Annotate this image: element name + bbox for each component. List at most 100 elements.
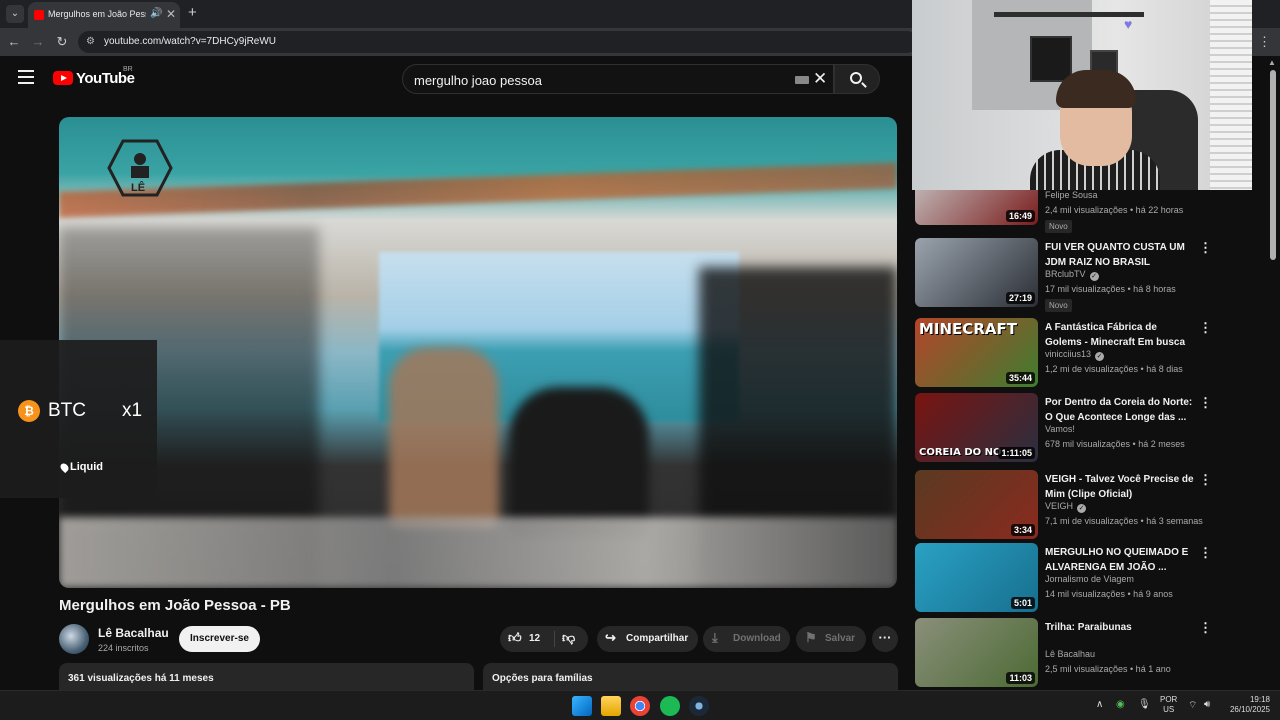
youtube-header: YouTube BR mergulho joao pessoa ✕ (0, 56, 910, 102)
menu-icon[interactable] (18, 70, 34, 84)
channel-avatar[interactable] (59, 624, 89, 654)
ad-ticker: BTC (48, 400, 86, 421)
chrome-icon[interactable] (630, 696, 650, 716)
spotify-icon[interactable] (660, 696, 680, 716)
new-tab-button[interactable]: + (188, 4, 197, 21)
keyboard-language[interactable]: POR US (1160, 695, 1177, 715)
description-box[interactable]: 361 visualizações há 11 meses (59, 663, 474, 693)
browser-tab[interactable]: Mergulhos em João Pessoa 🔊 ✕ (28, 2, 180, 28)
more-options-icon[interactable]: ⋮ (1199, 545, 1212, 561)
webcam-shelf (994, 12, 1144, 17)
tray-overflow-icon[interactable]: ∧ (1096, 699, 1103, 710)
tray-app-icon[interactable]: ◉ (1116, 699, 1125, 710)
verified-check-icon: ✓ (1089, 272, 1099, 281)
thumbnail-text: COREIA DO NO (919, 447, 1002, 458)
recommendation-thumbnail[interactable]: 27:19 (915, 238, 1038, 307)
channel-name[interactable]: Lê Bacalhau (98, 626, 169, 640)
recommendation-item[interactable]: 27:19 FUI VER QUANTO CUSTA UM JDM RAIZ NO… (914, 238, 1214, 312)
video-duration: 35:44 (1005, 372, 1035, 384)
views-and-date: 361 visualizações há 11 meses (68, 673, 214, 684)
recommendation-title[interactable]: Trilha: Paraibunas (1045, 620, 1195, 635)
youtube-logo[interactable]: YouTube BR (53, 66, 135, 90)
tab-search-button[interactable]: ⌄ (6, 5, 24, 23)
windows-taskbar: ∧ ◉ 🎙︎ POR US ⌔ 🔊︎ 19:18 26/10/2025 (0, 690, 1280, 720)
keyboard-icon[interactable] (795, 76, 809, 84)
dislike-button[interactable]: 👎︎ (562, 630, 575, 646)
steam-icon[interactable] (689, 696, 709, 716)
video-player[interactable]: LÊ (59, 117, 897, 588)
forward-arrow-icon[interactable]: → (30, 34, 46, 49)
site-settings-icon[interactable]: ⚙ (86, 36, 95, 47)
volume-icon[interactable]: 🔊︎ (1204, 699, 1210, 710)
microphone-icon[interactable]: 🎙︎ (1138, 699, 1151, 710)
recommendation-channel[interactable]: vinicciius13 ✓ (1045, 349, 1105, 361)
recommendation-channel[interactable]: Jornalismo de Viagem (1045, 574, 1134, 584)
reload-icon[interactable]: ↻ (54, 34, 70, 50)
more-options-icon[interactable]: ⋮ (1199, 620, 1212, 636)
recommendation-channel[interactable]: BRclubTV ✓ (1045, 269, 1099, 281)
recommendation-item[interactable]: COREIA DO NO 1:11:05 Por Dentro da Coreia … (914, 393, 1214, 465)
download-label: Download (733, 633, 781, 644)
more-actions-button[interactable]: ··· (872, 626, 898, 652)
family-options-box[interactable]: Opções para famílias (483, 663, 898, 693)
clear-search-icon[interactable]: ✕ (813, 69, 827, 89)
recommendation-channel[interactable]: Vamos! (1045, 424, 1075, 434)
subscribe-button[interactable]: Inscrever-se (179, 626, 260, 652)
recommendation-title[interactable]: A Fantástica Fábrica de Golems - Minecra… (1045, 320, 1195, 350)
crypto-ad-overlay[interactable]: ₿ BTC x1 Liquid (0, 340, 157, 498)
recommendation-channel[interactable]: Felipe Sousa (1045, 190, 1098, 200)
share-label: Compartilhar (626, 633, 689, 644)
liquid-drop-icon (58, 461, 71, 474)
recommendation-thumbnail[interactable]: 5:01 (915, 543, 1038, 612)
like-button[interactable]: 👍︎ (508, 630, 522, 646)
tab-close-icon[interactable]: ✕ (166, 7, 176, 21)
network-icon[interactable]: ⌔ (1188, 699, 1197, 712)
recommendation-thumbnail[interactable]: 16:49 (915, 190, 1038, 225)
share-button[interactable]: ↪ Compartilhar (597, 626, 698, 652)
thumbnail-text: MINECRAFT (919, 320, 1017, 338)
search-button[interactable] (834, 64, 880, 94)
recommendation-item[interactable]: 3:34 VEIGH - Talvez Você Precise de Mim (… (914, 470, 1214, 542)
recommendation-title[interactable]: VEIGH - Talvez Você Precise de Mim (Clip… (1045, 472, 1195, 502)
bitcoin-icon: ₿ (18, 400, 40, 422)
recommendation-channel[interactable]: Lê Bacalhau (1045, 649, 1095, 659)
more-options-icon[interactable]: ⋮ (1199, 320, 1212, 336)
video-title: Mergulhos em João Pessoa - PB (59, 597, 291, 614)
more-options-icon[interactable]: ⋮ (1199, 472, 1212, 488)
recommendation-title[interactable]: MERGULHO NO QUEIMADO E ALVARENGA EM JOÃO… (1045, 545, 1195, 575)
recommendation-item[interactable]: 11:03 Trilha: Paraibunas Lê Bacalhau 2,5 mi… (914, 618, 1214, 690)
subscriber-count: 224 inscritos (98, 643, 149, 653)
download-button[interactable]: ⤓ Download (703, 626, 790, 652)
webcam-blinds (1210, 0, 1252, 190)
browser-menu-icon[interactable]: ⋮ (1258, 34, 1271, 50)
video-duration: 27:19 (1005, 292, 1035, 304)
recommendation-thumbnail[interactable]: 11:03 (915, 618, 1038, 687)
recommendation-item[interactable]: MINECRAFT 35:44 A Fantástica Fábrica de Go… (914, 318, 1214, 390)
scroll-up-icon[interactable]: ▲ (1268, 58, 1276, 67)
recommendation-thumbnail[interactable]: 3:34 (915, 470, 1038, 539)
more-options-icon[interactable]: ⋮ (1199, 395, 1212, 411)
recommendation-meta: 17 mil visualizações • há 8 horas (1045, 284, 1176, 294)
search-input[interactable]: mergulho joao pessoa ✕ (402, 64, 834, 94)
like-count[interactable]: 12 (529, 633, 540, 644)
file-explorer-icon[interactable] (601, 696, 621, 716)
save-button[interactable]: ⚑ Salvar (796, 626, 866, 652)
recommendation-thumbnail[interactable]: COREIA DO NO 1:11:05 (915, 393, 1038, 462)
more-options-icon[interactable]: ⋮ (1199, 240, 1212, 256)
scrollbar-thumb[interactable] (1270, 70, 1276, 260)
recommendation-thumbnail[interactable]: MINECRAFT 35:44 (915, 318, 1038, 387)
ad-multiplier: x1 (122, 400, 143, 421)
search-query[interactable]: mergulho joao pessoa (414, 73, 542, 88)
recommendation-item[interactable]: 5:01 MERGULHO NO QUEIMADO E ALVARENGA EM … (914, 543, 1214, 615)
address-bar[interactable]: ⚙ youtube.com/watch?v=7DHCy9jReWU (78, 31, 918, 53)
recommendation-channel[interactable]: VEIGH ✓ (1045, 501, 1087, 513)
back-arrow-icon[interactable]: ← (6, 34, 22, 49)
windows-start-icon[interactable] (572, 696, 592, 716)
clock-date: 26/10/2025 (1229, 705, 1270, 714)
system-clock[interactable]: 19:18 26/10/2025 (1222, 695, 1270, 715)
url-text[interactable]: youtube.com/watch?v=7DHCy9jReWU (104, 36, 276, 47)
recommendation-title[interactable]: Por Dentro da Coreia do Norte: O Que Aco… (1045, 395, 1195, 425)
audio-playing-icon[interactable]: 🔊 (150, 8, 162, 19)
recommendation-meta: 678 mil visualizações • há 2 meses (1045, 439, 1185, 449)
recommendation-title[interactable]: FUI VER QUANTO CUSTA UM JDM RAIZ NO BRAS… (1045, 240, 1195, 270)
